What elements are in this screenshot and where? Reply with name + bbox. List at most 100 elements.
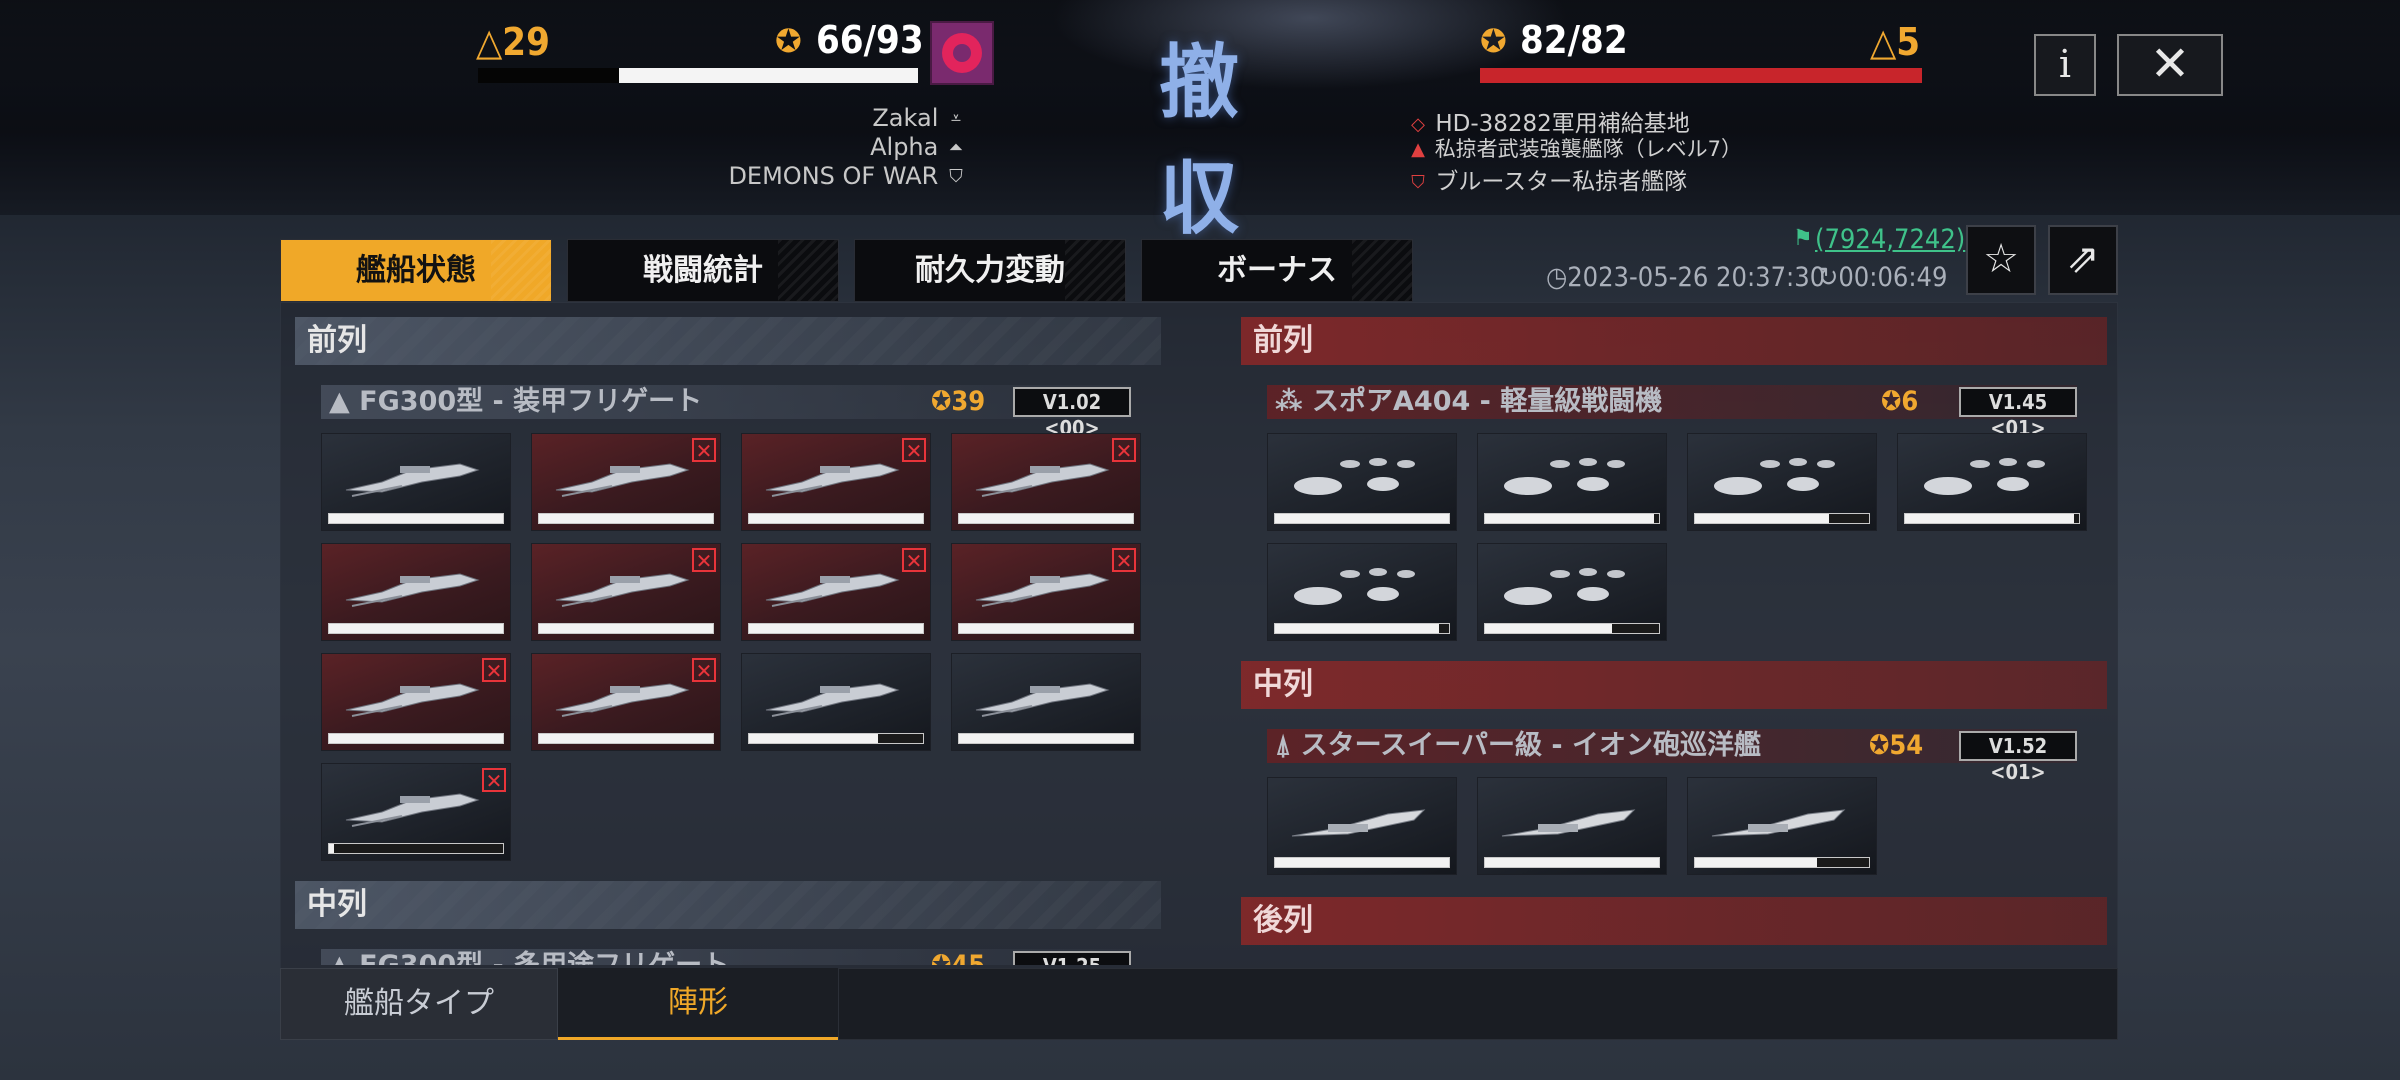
ship-unit-card[interactable] <box>1267 433 1457 531</box>
info-icon: i <box>2058 42 2072 86</box>
ship-unit-card[interactable] <box>1687 433 1877 531</box>
fighter-squadron-image <box>1294 458 1415 495</box>
player-alliance: DEMONS OF WAR ⛉ <box>486 162 966 190</box>
tab-bonus[interactable]: ボーナス <box>1141 239 1413 302</box>
ship-unit-card[interactable]: ✕ <box>951 543 1141 641</box>
battle-coordinates-link[interactable]: (7924,7242) <box>1815 224 1965 255</box>
enemy-faction: ⛉ ブルースター私掠者艦隊 <box>1408 162 1687 196</box>
diamond-icon: ◇ <box>1411 113 1425 135</box>
ship-name: FG300型 - 装甲フリゲート <box>359 386 703 417</box>
favorite-button[interactable]: ☆ <box>1966 225 2036 295</box>
own-fleet-pane[interactable]: 前列 ▲ FG300型 - 装甲フリゲート ✪39 V1.02 <00> ✕ ✕ ✕… <box>295 303 1161 965</box>
section-middle-row: 中列 <box>1241 661 2107 709</box>
enemy-fleet-text: 私掠者武装強襲艦隊（レベル7） <box>1434 137 1743 161</box>
ship-unit-card[interactable]: ✕ <box>531 543 721 641</box>
ship-unit-card[interactable]: ✕ <box>531 653 721 751</box>
ship-unit-card[interactable]: ✕ <box>531 433 721 531</box>
tab-durability-change[interactable]: 耐久力変動 <box>854 239 1126 302</box>
ship-cost-value: 6 <box>1901 386 1919 417</box>
ship-unit-card[interactable] <box>951 653 1141 751</box>
ship-unit-card[interactable]: ✕ <box>321 763 511 861</box>
ship-unit-card[interactable] <box>1267 543 1457 641</box>
share-button[interactable]: ⇗ <box>2048 225 2118 295</box>
unit-hp-bar <box>1484 513 1660 524</box>
unit-hp-bar <box>958 733 1134 744</box>
destroyed-mark-icon: ✕ <box>482 768 506 792</box>
ship-cost: ✪54 <box>1869 730 1924 761</box>
info-button[interactable]: i <box>2034 34 2096 96</box>
unit-hp-fill <box>329 624 503 633</box>
unit-hp-bar <box>958 513 1134 524</box>
unit-hp-fill <box>1485 624 1613 633</box>
battle-duration-value: 00:06:49 <box>1838 262 1948 293</box>
tab-battle-stats[interactable]: 戦闘統計 <box>567 239 839 302</box>
unit-hp-fill <box>959 514 1133 523</box>
unit-hp-bar <box>538 733 714 744</box>
tab-ship-status[interactable]: 艦船状態 <box>280 239 552 302</box>
report-panel: 前列 ▲ FG300型 - 装甲フリゲート ✪39 V1.02 <00> ✕ ✕ ✕… <box>280 302 2118 1040</box>
ship-header[interactable]: ⍋ スタースイーパー級 - イオン砲巡洋艦 ✪54 V1.52 <01> <box>1267 729 2077 784</box>
unit-hp-fill <box>1695 858 1817 867</box>
rank-chevron-icon: ⩡ <box>950 108 962 129</box>
unit-hp-bar <box>1904 513 2080 524</box>
unit-hp-bar <box>1274 513 1450 524</box>
ship-version: V1.25 <00> <box>1013 951 1131 965</box>
bottom-tab-ship-type[interactable]: 艦船タイプ <box>280 968 558 1040</box>
ship-name: FG300型 - 多用途フリゲート <box>359 950 729 965</box>
unit-hp-fill <box>539 514 713 523</box>
battle-datetime: ◷2023-05-26 20:37:30 <box>1546 262 1825 293</box>
enemy-hp-fill <box>1480 68 1922 83</box>
ship-unit-card[interactable] <box>321 543 511 641</box>
ship-cost-value: 39 <box>951 386 986 417</box>
cruiser-image <box>1711 809 1846 837</box>
ship-unit-card[interactable] <box>1477 777 1667 875</box>
ship-unit-card[interactable] <box>1897 433 2087 531</box>
unit-hp-fill <box>749 514 923 523</box>
unit-hp-bar <box>748 513 924 524</box>
ship-unit-card[interactable]: ✕ <box>741 543 931 641</box>
fighter-squadron-image <box>1294 568 1415 605</box>
ship-header[interactable]: ⁂ スポアA404 - 軽量級戦闘機 ✪6 V1.45 <01> <box>1267 385 2077 440</box>
alliance-name: DEMONS OF WAR <box>728 162 939 190</box>
unit-hp-bar <box>1484 623 1660 634</box>
enemy-level: △5 <box>1870 20 1921 64</box>
section-middle-row: 中列 <box>295 881 1161 929</box>
ship-unit-card[interactable]: ✕ <box>951 433 1141 531</box>
ship-unit-card[interactable] <box>741 653 931 751</box>
frigate-image <box>345 683 480 717</box>
unit-hp-bar <box>1274 857 1450 868</box>
ship-unit-card[interactable] <box>1477 543 1667 641</box>
frigate-image <box>765 463 900 497</box>
ship-unit-card[interactable] <box>1267 777 1457 875</box>
unit-hp-fill <box>749 734 878 743</box>
ship-name: スタースイーパー級 - イオン砲巡洋艦 <box>1300 730 1761 761</box>
external-link-icon: ⇗ <box>2066 236 2100 282</box>
ship-header[interactable]: ▲ FG300型 - 多用途フリゲート ✪45 V1.25 <00> <box>321 949 1131 965</box>
ship-unit-card[interactable]: ✕ <box>741 433 931 531</box>
ship-unit-card[interactable]: ✕ <box>321 653 511 751</box>
ship-unit-card[interactable] <box>321 433 511 531</box>
ship-unit-card[interactable] <box>1477 433 1667 531</box>
frigate-image <box>555 463 690 497</box>
unit-hp-fill <box>1485 858 1659 867</box>
fleet-name: Alpha <box>870 133 939 161</box>
unit-hp-fill <box>1275 514 1449 523</box>
commander-name: Zakal <box>872 104 939 132</box>
ship-version: V1.52 <01> <box>1959 731 2077 784</box>
clock-icon: ◷ <box>1546 262 1568 293</box>
frigate-image <box>765 573 900 607</box>
ship-unit-card[interactable] <box>1687 777 1877 875</box>
section-front-row: 前列 <box>1241 317 2107 365</box>
destroyed-mark-icon: ✕ <box>902 548 926 572</box>
bottom-tab-formation[interactable]: 陣形 <box>558 968 838 1040</box>
close-button[interactable]: ✕ <box>2117 34 2223 96</box>
ship-header[interactable]: ▲ FG300型 - 装甲フリゲート ✪39 V1.02 <00> <box>321 385 1131 440</box>
ship-version: V1.45 <01> <box>1959 387 2077 440</box>
cruiser-image <box>1291 809 1426 837</box>
location-flag-icon: ⚑ <box>1793 226 1813 251</box>
fighter-squadron-image <box>1714 458 1835 495</box>
frigate-image <box>345 463 480 497</box>
unit-hp-bar <box>328 623 504 634</box>
enemy-fleet-pane[interactable]: 前列 ⁂ スポアA404 - 軽量級戦闘機 ✪6 V1.45 <01> 中列 ⍋… <box>1241 303 2107 965</box>
player-avatar[interactable] <box>930 21 994 85</box>
